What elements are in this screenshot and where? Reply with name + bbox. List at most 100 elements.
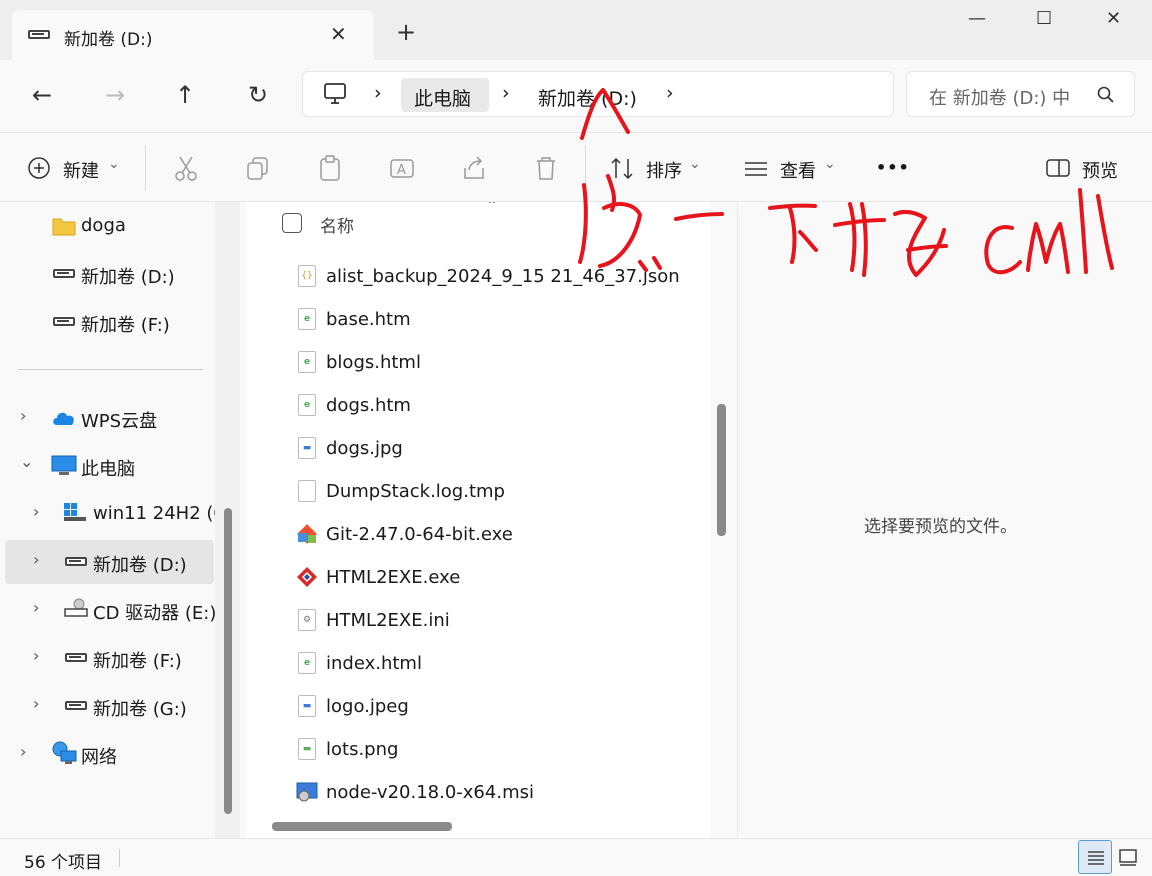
- breadcrumb-separator[interactable]: ›: [666, 82, 674, 104]
- delete-icon[interactable]: [532, 154, 562, 184]
- chevron-right-icon[interactable]: ›: [33, 694, 39, 713]
- file-row[interactable]: HTML2EXE.exe: [246, 557, 710, 597]
- search-box[interactable]: 在 新加卷 (D:) 中: [906, 71, 1135, 117]
- up-button[interactable]: ↑: [170, 80, 200, 110]
- folder-icon: [52, 218, 76, 236]
- new-tab-button[interactable]: +: [396, 20, 416, 44]
- search-input[interactable]: 在 新加卷 (D:) 中: [929, 84, 1079, 110]
- file-row[interactable]: e base.htm: [246, 299, 710, 339]
- toolbar-divider: [145, 145, 146, 191]
- cut-icon[interactable]: [172, 154, 202, 184]
- file-list-horizontal-scrollbar[interactable]: [272, 822, 452, 831]
- chevron-right-icon[interactable]: ›: [33, 502, 39, 521]
- large-icons-view-icon[interactable]: [1118, 848, 1138, 866]
- file-name: HTML2EXE.exe: [326, 567, 461, 588]
- navigation-pane: doga 新加卷 (D:) 新加卷 (F:) › WPS云盘 ⌄ 此电脑 › w…: [0, 202, 240, 838]
- select-all-checkbox[interactable]: [282, 213, 302, 233]
- file-row[interactable]: {} alist_backup_2024_9_15 21_46_37.json: [246, 256, 710, 296]
- preview-pane-icon[interactable]: [1045, 157, 1071, 179]
- sidebar-scrollbar-thumb[interactable]: [224, 508, 232, 814]
- view-button[interactable]: 查看: [780, 157, 816, 183]
- paste-icon[interactable]: [316, 154, 346, 184]
- sidebar-item-label: 网络: [81, 747, 117, 768]
- file-row[interactable]: ▬ dogs.jpg: [246, 428, 710, 468]
- sidebar-item-drive-c[interactable]: › win11 24H2 (C: [0, 492, 226, 536]
- share-icon[interactable]: [460, 154, 490, 184]
- sidebar-item-network[interactable]: › 网络: [0, 732, 214, 776]
- file-list-vertical-scrollbar[interactable]: [717, 404, 726, 536]
- sidebar-item-doga[interactable]: doga: [0, 204, 214, 248]
- file-row[interactable]: node-v20.18.0-x64.msi: [246, 772, 710, 812]
- file-row[interactable]: ▬ lots.png: [246, 729, 710, 769]
- file-row[interactable]: e dogs.htm: [246, 385, 710, 425]
- breadcrumb-separator[interactable]: ›: [502, 82, 510, 104]
- file-row[interactable]: ▬ logo.jpeg: [246, 686, 710, 726]
- chevron-down-icon[interactable]: ⌄: [20, 452, 33, 471]
- back-button[interactable]: ←: [27, 80, 57, 110]
- sidebar-item-wps-cloud[interactable]: › WPS云盘: [0, 396, 214, 440]
- refresh-button[interactable]: ↻: [243, 80, 273, 110]
- file-name: dogs.htm: [326, 395, 411, 416]
- html-file-icon: e: [298, 308, 316, 330]
- preview-button[interactable]: 预览: [1082, 157, 1118, 183]
- rename-icon[interactable]: A: [388, 154, 418, 184]
- tab-active[interactable]: 新加卷 (D:) ✕: [12, 10, 374, 60]
- computer-icon: [51, 455, 77, 475]
- chevron-down-icon: ⌄: [689, 156, 701, 172]
- minimize-button[interactable]: —: [968, 8, 986, 29]
- file-name: alist_backup_2024_9_15 21_46_37.json: [326, 266, 680, 287]
- sidebar-item-drive-d[interactable]: › 新加卷 (D:): [5, 540, 214, 584]
- file-name: HTML2EXE.ini: [326, 610, 450, 631]
- new-button[interactable]: 新建: [63, 157, 99, 183]
- chevron-right-icon[interactable]: ›: [33, 598, 39, 617]
- msi-file-icon: [296, 782, 318, 802]
- tab-title: 新加卷 (D:): [64, 30, 153, 50]
- file-row[interactable]: e index.html: [246, 643, 710, 683]
- network-icon: [52, 741, 77, 764]
- view-list-icon[interactable]: [742, 154, 772, 184]
- file-row[interactable]: DumpStack.log.tmp: [246, 471, 710, 511]
- sidebar-item-drive-e[interactable]: › CD 驱动器 (E:): [0, 588, 217, 632]
- file-name: DumpStack.log.tmp: [326, 481, 505, 502]
- sidebar-item-label: CD 驱动器 (E:): [93, 603, 217, 624]
- jpg-file-icon: ▬: [298, 695, 316, 717]
- sidebar-item-this-pc[interactable]: ⌄ 此电脑: [0, 444, 214, 488]
- tab-close-button[interactable]: ✕: [330, 22, 347, 46]
- column-header-name[interactable]: 名称: [320, 212, 354, 237]
- drive-icon: [53, 269, 75, 278]
- file-row[interactable]: e blogs.html: [246, 342, 710, 382]
- breadcrumb-separator[interactable]: ›: [374, 82, 382, 104]
- drive-icon: [65, 701, 87, 710]
- breadcrumb-this-pc-label: 此电脑: [414, 88, 472, 110]
- file-row[interactable]: Git-2.47.0-64-bit.exe: [246, 514, 710, 554]
- details-view-button[interactable]: [1078, 840, 1112, 874]
- sidebar-item-label: 新加卷 (G:): [93, 699, 187, 720]
- chevron-down-icon: ⌄: [108, 156, 120, 172]
- close-window-button[interactable]: ✕: [1106, 8, 1121, 29]
- chevron-right-icon[interactable]: ›: [33, 646, 39, 665]
- status-bar: [0, 838, 1152, 876]
- drive-icon: [53, 317, 75, 326]
- file-name: dogs.jpg: [326, 438, 403, 459]
- sort-button[interactable]: 排序: [646, 157, 682, 183]
- html2exe-icon: [297, 567, 317, 587]
- maximize-button[interactable]: ☐: [1036, 8, 1052, 29]
- sidebar-item-drive-g[interactable]: › 新加卷 (G:): [0, 684, 214, 728]
- copy-icon[interactable]: [244, 154, 274, 184]
- html-file-icon: e: [298, 652, 316, 674]
- chevron-right-icon[interactable]: ›: [33, 550, 39, 569]
- svg-text:A: A: [397, 163, 406, 178]
- sort-icon[interactable]: [608, 154, 638, 184]
- more-options-button[interactable]: •••: [876, 158, 910, 177]
- search-icon[interactable]: [1097, 86, 1115, 104]
- sidebar-item-drive-d-quick[interactable]: 新加卷 (D:): [0, 252, 214, 296]
- file-row[interactable]: ⚙ HTML2EXE.ini: [246, 600, 710, 640]
- sidebar-item-drive-f-quick[interactable]: 新加卷 (F:): [0, 300, 214, 344]
- sidebar-item-drive-f[interactable]: › 新加卷 (F:): [0, 636, 214, 680]
- forward-button[interactable]: →: [100, 80, 130, 110]
- png-file-icon: ▬: [298, 738, 316, 760]
- chevron-right-icon[interactable]: ›: [20, 742, 26, 761]
- breadcrumb-drive-d[interactable]: 新加卷 (D:): [538, 84, 637, 111]
- chevron-right-icon[interactable]: ›: [20, 406, 26, 425]
- new-plus-icon[interactable]: [27, 156, 51, 180]
